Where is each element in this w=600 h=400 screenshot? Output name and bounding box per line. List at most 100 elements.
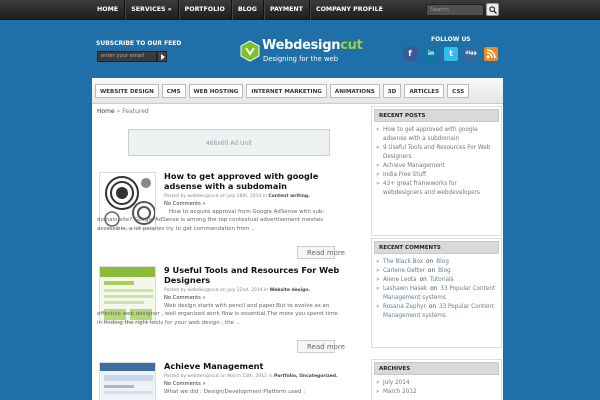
archive-link[interactable]: March 2012 (376, 388, 497, 397)
search-input[interactable]: Search (426, 4, 484, 16)
recent-post-link[interactable]: India Free Stuff (376, 171, 497, 180)
post-title[interactable]: Achieve Management (164, 361, 344, 372)
post-meta: Posted by webdesigncut on March 12th, 20… (164, 374, 338, 379)
archives-widget: ARCHIVES July 2014 March 2012 (371, 359, 502, 400)
archive-link[interactable]: July 2014 (376, 379, 497, 388)
recent-comments-title: RECENT COMMENTS (374, 241, 499, 254)
comment-on: on (426, 259, 434, 265)
nav-blog[interactable]: BLOG (232, 0, 264, 20)
recent-posts-widget: RECENT POSTS How to get approved with go… (371, 106, 502, 236)
recent-post-link[interactable]: 43+ great frameworks for webdesigners an… (376, 180, 497, 198)
cat-internet-marketing[interactable]: INTERNET MARKETING (246, 84, 327, 98)
comment-on: on (428, 304, 436, 310)
cat-cms[interactable]: CMS (161, 84, 186, 98)
subscribe-submit-button[interactable] (157, 51, 167, 62)
comment-author[interactable]: Alene Leota (383, 277, 417, 283)
services-dropdown-icon: » (167, 6, 172, 13)
comment-author[interactable]: Carlene Getter (383, 268, 425, 274)
post-item: How to get approved with google adsense … (97, 171, 345, 262)
logo-tagline: Designing for the web (263, 55, 339, 63)
comment-author[interactable]: Lashawn Hasek (383, 286, 427, 292)
post-excerpt: Web design starts with pencil and paper.… (97, 303, 338, 326)
post-title[interactable]: 9 Useful Tools and Resources For Web Des… (164, 265, 344, 285)
linkedin-icon[interactable]: in (424, 47, 438, 61)
comment-author[interactable]: The Black Box (383, 259, 423, 265)
logo-main: Webdesign (262, 38, 341, 53)
recent-comment: Rosana Zephyron33 Popular Content Manage… (376, 303, 497, 321)
post-item: 9 Useful Tools and Resources For Web Des… (97, 265, 345, 356)
breadcrumb-separator: » (116, 108, 121, 115)
cat-animations[interactable]: ANIMATIONS (329, 84, 380, 98)
post-excerpt: How to acquire approval from Google AdSe… (97, 209, 325, 232)
top-navigation-bar: HOME SERVICES» PORTFOLIO BLOG PAYMENT CO… (0, 0, 600, 20)
cat-css[interactable]: CSS (447, 84, 470, 98)
post-comments-link[interactable]: No Comments » (164, 381, 206, 387)
facebook-icon[interactable]: f (403, 47, 417, 61)
post-excerpt: What we did : Design/Development Platfor… (164, 389, 306, 395)
post-category-link[interactable]: Content writing. (268, 194, 309, 199)
post-category-link[interactable]: Website design. (269, 288, 310, 293)
recent-comment: The Black BoxonBlog (376, 258, 497, 267)
recent-comment: Alene LeotaonTutorials (376, 276, 497, 285)
dashboard-thumbnail-icon (100, 363, 155, 400)
read-more-button[interactable]: Read more (297, 340, 345, 353)
comment-author[interactable]: Rosana Zephyr (383, 304, 426, 310)
post-comments-link[interactable]: No Comments » (164, 201, 206, 207)
read-more-button[interactable]: Read more (297, 246, 345, 259)
nav-company-profile[interactable]: COMPANY PROFILE (310, 0, 389, 20)
post-meta: Posted by webdesigncut on July 26th, 201… (164, 194, 310, 199)
logo-wordmark: Webdesigncut (262, 38, 363, 53)
nav-payment[interactable]: PAYMENT (264, 0, 310, 20)
comment-on: on (419, 277, 427, 283)
comment-post-link[interactable]: Tutorials (430, 277, 454, 283)
post-item: Achieve Management Posted by webdesigncu… (97, 361, 344, 400)
post-comments-link[interactable]: No Comments » (164, 295, 206, 301)
cat-web-hosting[interactable]: WEB HOSTING (188, 84, 244, 98)
digg-icon[interactable]: digg (464, 47, 478, 61)
search-icon (489, 6, 497, 14)
twitter-icon[interactable]: t (444, 47, 458, 61)
recent-comment: Lashawn Hasekon33 Popular Content Manage… (376, 285, 497, 303)
cat-articles[interactable]: ARTICLES (404, 84, 445, 98)
recent-post-link[interactable]: Achieve Management (376, 162, 497, 171)
search-button[interactable] (486, 3, 499, 16)
content-panel: WEBSITE DESIGN CMS WEB HOSTING INTERNET … (92, 78, 503, 400)
top-nav: HOME SERVICES» PORTFOLIO BLOG PAYMENT CO… (91, 0, 389, 20)
recent-posts-title: RECENT POSTS (374, 109, 499, 122)
post-thumbnail[interactable] (99, 362, 156, 400)
post-meta-prefix: Posted by webdesigncut on March 12th, 20… (164, 374, 273, 379)
comment-post-link[interactable]: Blog (436, 259, 449, 265)
logo-accent: cut (340, 38, 363, 53)
post-category-link[interactable]: Portfolio, Uncategorized. (274, 374, 338, 379)
rss-glyph-icon (486, 49, 496, 59)
post-title[interactable]: How to get approved with google adsense … (164, 171, 344, 191)
archives-title: ARCHIVES (374, 362, 499, 375)
recent-post-link[interactable]: 9 Useful Tools and Resources For Web Des… (376, 144, 497, 162)
subscribe-title: SUBSCRIBE TO OUR FEED (96, 40, 182, 47)
category-bar: WEBSITE DESIGN CMS WEB HOSTING INTERNET … (92, 78, 503, 104)
recent-comments-widget: RECENT COMMENTS The Black BoxonBlog Carl… (371, 238, 502, 348)
logo-mark-icon (240, 40, 260, 62)
breadcrumb: Home » Featured (97, 108, 149, 115)
comment-on: on (428, 268, 436, 274)
nav-home[interactable]: HOME (91, 0, 126, 20)
post-meta: Posted by webdesigncut on July 22nd, 201… (164, 288, 310, 293)
nav-portfolio[interactable]: PORTFOLIO (179, 0, 232, 20)
ad-unit[interactable]: 468x60 Ad Unit (128, 129, 330, 156)
post-meta-prefix: Posted by webdesigncut on July 22nd, 201… (164, 288, 269, 293)
email-field[interactable]: enter your email (97, 51, 157, 62)
rss-icon[interactable] (484, 47, 498, 61)
site-logo[interactable]: Webdesigncut Designing for the web (240, 38, 380, 68)
breadcrumb-home[interactable]: Home (97, 108, 115, 115)
post-meta-prefix: Posted by webdesigncut on July 26th, 201… (164, 194, 267, 199)
recent-comment: Carlene GetteronBlog (376, 267, 497, 276)
comment-on: on (430, 286, 438, 292)
recent-post-link[interactable]: How to get approved with google adsense … (376, 126, 497, 144)
nav-services[interactable]: SERVICES» (125, 0, 179, 20)
follow-us-title: FOLLOW US (431, 36, 471, 43)
nav-services-label: SERVICES (131, 6, 166, 13)
breadcrumb-current: Featured (122, 108, 149, 115)
cat-website-design[interactable]: WEBSITE DESIGN (95, 84, 159, 98)
cat-3d[interactable]: 3D (382, 84, 402, 98)
comment-post-link[interactable]: Blog (438, 268, 451, 274)
